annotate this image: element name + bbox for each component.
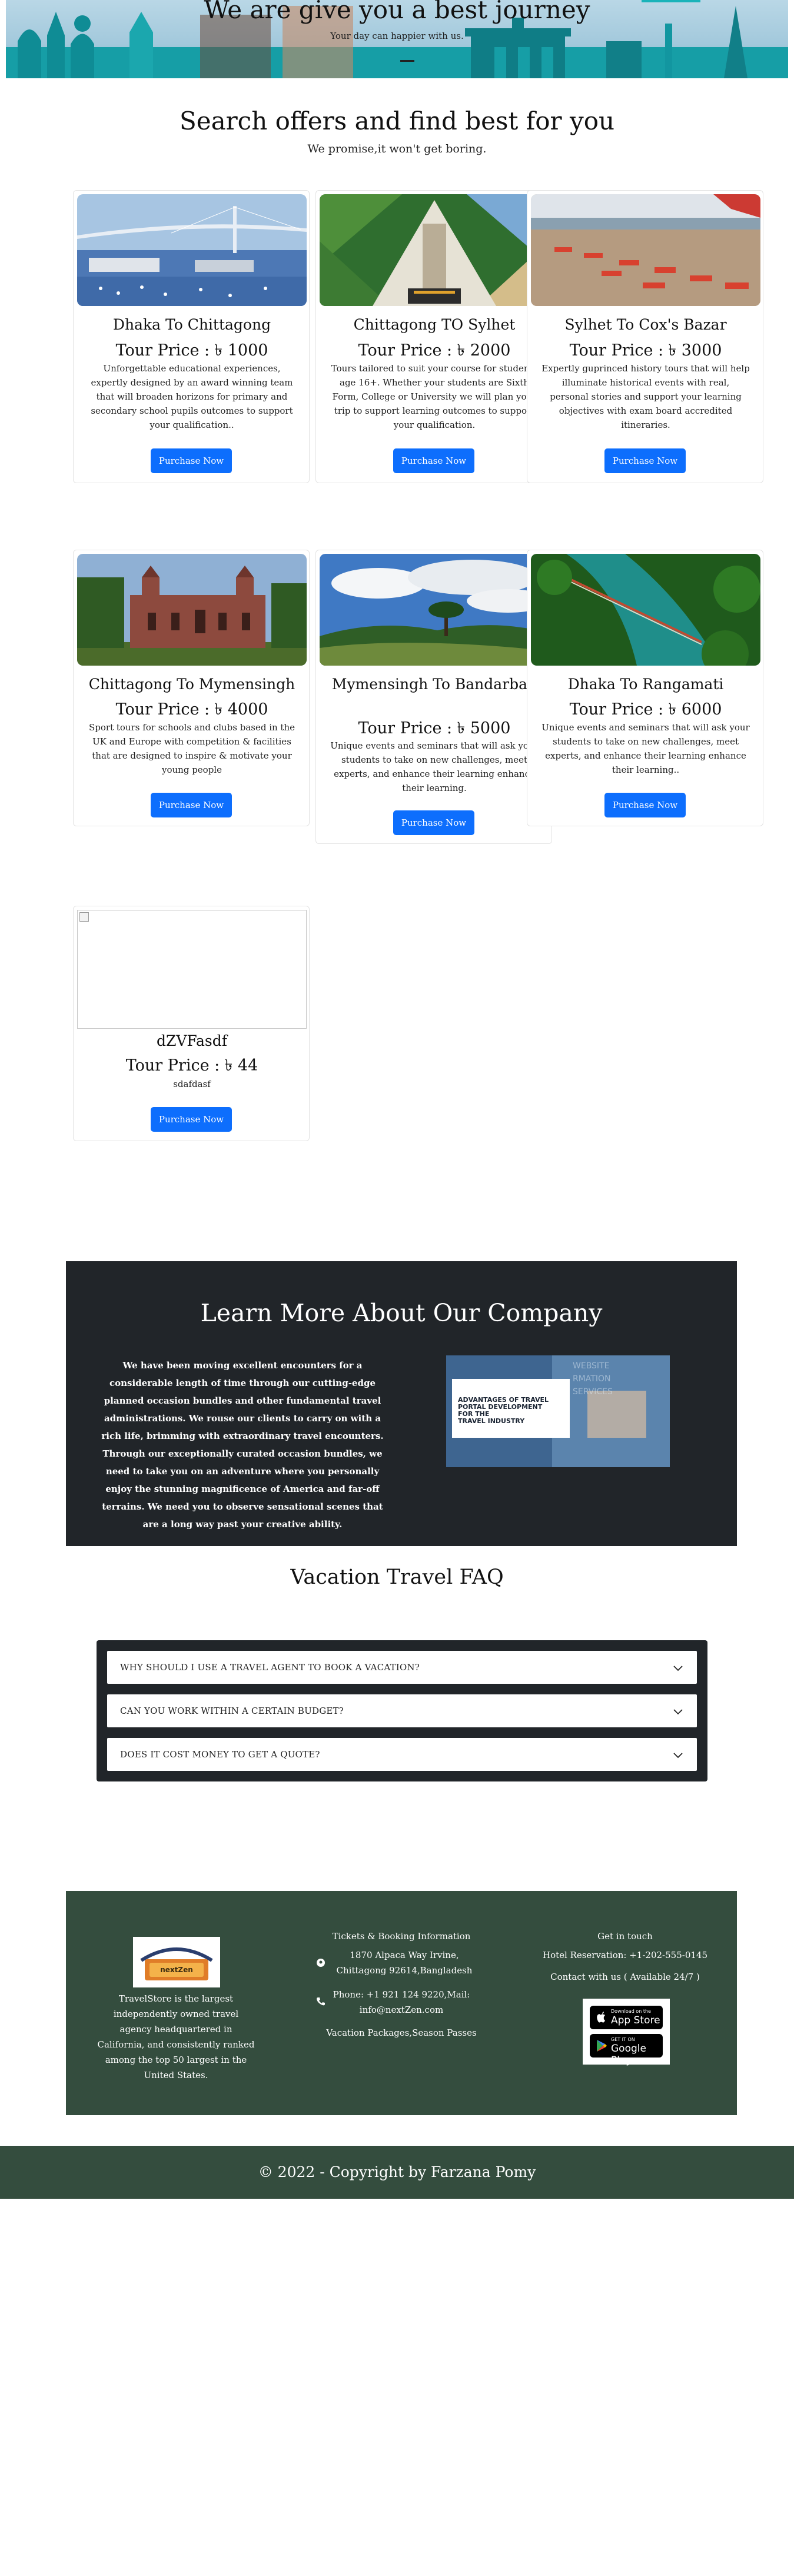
hill-tree-photo <box>320 554 549 666</box>
faq-item[interactable]: CAN YOU WORK WITHIN A CERTAIN BUDGET? <box>107 1694 697 1727</box>
tour-description: sdafdasf <box>173 1079 211 1089</box>
offers-title: Search offers and find best for you <box>179 107 615 135</box>
faq-item[interactable]: WHY SHOULD I USE A TRAVEL AGENT TO BOOK … <box>107 1651 697 1684</box>
google-play-icon <box>597 2040 607 2052</box>
tour-name: Dhaka To Rangamati <box>567 676 724 693</box>
faq-question: WHY SHOULD I USE A TRAVEL AGENT TO BOOK … <box>120 1662 420 1673</box>
hero-title: We are give you a best journey <box>204 0 590 24</box>
footer-address: 1870 Alpaca Way Irvine, Chittagong 92614… <box>336 1950 473 1976</box>
google-play-label: Google Play <box>611 2043 646 2066</box>
broken-image <box>77 910 307 1029</box>
hero-divider <box>400 60 414 62</box>
tour-description: Expertly guprinced history tours that wi… <box>541 363 750 430</box>
purchase-now-button[interactable]: Purchase Now <box>604 448 686 473</box>
tour-name: Dhaka To Chittagong <box>112 316 271 333</box>
palace-photo <box>77 554 307 666</box>
tour-description: Tours tailored to suit your course for s… <box>331 363 538 430</box>
hero-subtitle: Your day can happier with us. <box>330 31 464 41</box>
tour-card: Mymensingh To Bandarban Tour Price : ৳ 5… <box>315 550 552 844</box>
hero-banner: We are give you a best journey Your day … <box>6 0 788 78</box>
app-store-label: App Store <box>611 2015 660 2026</box>
logo-text: nextZen <box>160 1966 193 1974</box>
bridge-harbor-photo <box>77 194 307 306</box>
tour-price: Tour Price : ৳ 44 <box>125 1056 258 1075</box>
purchase-now-button[interactable]: Purchase Now <box>151 1107 232 1132</box>
offers-subtitle: We promise,it won't get boring. <box>307 142 487 155</box>
faq-accordion: WHY SHOULD I USE A TRAVEL AGENT TO BOOK … <box>97 1640 707 1781</box>
faq-question: CAN YOU WORK WITHIN A CERTAIN BUDGET? <box>120 1706 344 1716</box>
tour-description: Sport tours for schools and clubs based … <box>88 722 295 775</box>
purchase-now-button[interactable]: Purchase Now <box>393 810 474 835</box>
svg-text:WEBSITE: WEBSITE <box>573 1361 609 1371</box>
about-section: Learn More About Our Company We have bee… <box>66 1261 737 1546</box>
chevron-down-icon <box>673 1709 683 1715</box>
copyright-bar: © 2022 - Copyright by Farzana Pomy <box>0 2146 794 2199</box>
purchase-now-button[interactable]: Purchase Now <box>393 448 474 473</box>
lake-bridge-photo <box>531 554 760 666</box>
tour-name: dZVFasdf <box>156 1032 228 1049</box>
tour-description: Unique events and seminars that will ask… <box>330 740 539 793</box>
app-badges: Download on the App Store GET IT ON Goog… <box>583 1999 670 2066</box>
tour-card: Chittagong To Mymensingh Tour Price : ৳ … <box>73 550 310 826</box>
svg-text:RMATION: RMATION <box>573 1374 610 1384</box>
purchase-now-button[interactable]: Purchase Now <box>151 793 232 817</box>
google-play-button[interactable]: GET IT ON Google Play <box>590 2034 663 2066</box>
tickets-title: Tickets & Booking Information <box>332 1931 471 1942</box>
phone-icon <box>317 1997 325 2006</box>
tour-description: Unforgettable educational experiences, e… <box>91 363 293 430</box>
about-title: Learn More About Our Company <box>200 1299 603 1327</box>
tour-description: Unique events and seminars that will ask… <box>541 722 750 775</box>
faq-item[interactable]: DOES IT COST MONEY TO GET A QUOTE? <box>107 1738 697 1771</box>
broken-image-icon <box>79 912 89 922</box>
tour-card: dZVFasdf Tour Price : ৳ 44 sdafdasf Purc… <box>73 906 310 1141</box>
beach-chairs-photo <box>531 194 760 306</box>
tour-name: Chittagong TO Sylhet <box>353 316 516 333</box>
chevron-down-icon <box>673 1753 683 1759</box>
purchase-now-button[interactable]: Purchase Now <box>151 448 232 473</box>
footer-phone: Phone: +1 921 124 9220,Mail: info@nextZe… <box>333 1989 470 2015</box>
tour-card: Dhaka To Chittagong Tour Price : ৳ 1000 … <box>73 190 310 483</box>
tour-card: Dhaka To Rangamati Tour Price : ৳ 6000 U… <box>527 550 763 826</box>
faq-question: DOES IT COST MONEY TO GET A QUOTE? <box>120 1749 320 1760</box>
app-store-button[interactable]: Download on the App Store <box>590 2006 663 2029</box>
faq-title: Vacation Travel FAQ <box>290 1565 504 1589</box>
footer-packages: Vacation Packages,Season Passes <box>326 2027 477 2038</box>
about-text: We have been moving excellent encounters… <box>101 1360 384 1530</box>
tour-name: Chittagong To Mymensingh <box>88 676 295 693</box>
location-icon <box>317 1959 325 1967</box>
svg-text:SERVICES: SERVICES <box>573 1387 613 1397</box>
purchase-now-button[interactable]: Purchase Now <box>604 793 686 817</box>
tour-card: Sylhet To Cox's Bazar Tour Price : ৳ 300… <box>527 190 763 483</box>
collage-photo <box>320 194 549 306</box>
tour-name: Sylhet To Cox's Bazar <box>564 316 727 333</box>
image-caption-line: TRAVEL INDUSTRY <box>458 1417 525 1425</box>
tour-card: Chittagong TO Sylhet Tour Price : ৳ 2000… <box>315 190 552 483</box>
footer-contact: Contact with us ( Available 24/7 ) <box>550 1972 700 1982</box>
google-play-small: GET IT ON <box>611 2037 635 2042</box>
travel-portal-image: WEBSITE RMATION SERVICES ADVANTAGES OF TRA… <box>446 1355 670 1467</box>
footer-about: TravelStore is the largest independently… <box>97 1993 255 2080</box>
footer: nextZen TravelStore is the largest indep… <box>66 1891 737 2115</box>
app-store-small: Download on the <box>611 2009 651 2014</box>
chevron-down-icon <box>673 1666 683 1671</box>
nextzen-logo[interactable]: nextZen <box>133 1937 220 1987</box>
contact-title: Get in touch <box>597 1931 653 1942</box>
tour-name: Mymensingh To Bandarban <box>331 676 537 693</box>
footer-hotel: Hotel Reservation: +1-202-555-0145 <box>542 1950 707 1960</box>
apple-icon <box>597 2012 605 2023</box>
